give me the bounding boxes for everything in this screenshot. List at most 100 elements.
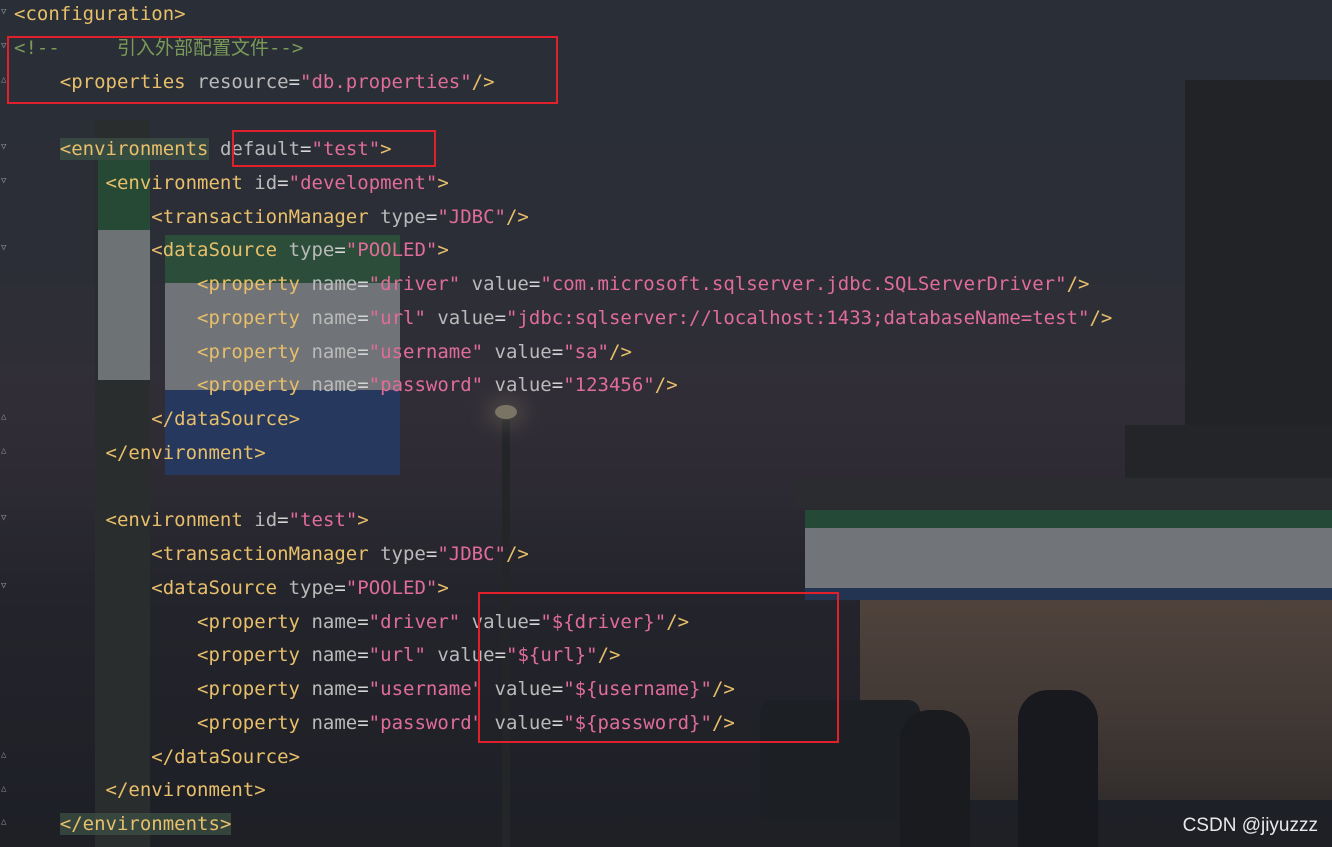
tag-name: property <box>208 678 300 700</box>
code-line: <environment id="development"> <box>14 166 449 200</box>
tag-name: dataSource <box>162 576 278 599</box>
quote: " <box>563 374 575 397</box>
equals-sign: = <box>528 273 541 295</box>
attribute-value: username <box>380 678 472 700</box>
equals-sign: = <box>334 239 346 262</box>
tag-name: environment <box>116 171 243 194</box>
matched-tag-highlight: </environments> <box>59 813 232 835</box>
quote: " <box>471 340 484 363</box>
attribute-name: value <box>471 273 529 295</box>
quote: " <box>1055 273 1067 295</box>
code-line: </dataSource> <box>14 740 300 774</box>
attribute-name: name <box>311 644 358 667</box>
quote: " <box>425 239 438 262</box>
tag-name: environment <box>116 509 243 532</box>
code-line: <property name="password" value="123456"… <box>14 368 678 402</box>
quote: " <box>437 205 449 228</box>
attribute-value: POOLED <box>357 239 426 262</box>
fold-marker-icon[interactable]: ▽ <box>1 244 9 253</box>
attribute-value: username <box>380 340 472 363</box>
tag-bracket: > <box>437 239 449 262</box>
tag-bracket: </ <box>59 813 83 835</box>
quote: " <box>437 543 449 565</box>
attribute-name: value <box>494 374 552 397</box>
code-line: </environments> <box>14 807 232 841</box>
equals-sign: = <box>357 340 369 363</box>
attribute-value: development <box>300 171 426 194</box>
tag-name: property <box>208 306 300 329</box>
attribute-value: password <box>380 711 472 734</box>
tag-bracket: < <box>197 610 209 633</box>
equals-sign: = <box>357 678 369 700</box>
tag-bracket: </ <box>151 745 175 768</box>
tag-bracket: < <box>14 3 26 25</box>
tag-name: property <box>208 644 300 667</box>
fold-marker-icon[interactable]: △ <box>1 413 9 422</box>
quote: " <box>414 306 426 329</box>
quote: " <box>494 543 506 565</box>
quote: " <box>368 306 381 329</box>
attribute-value: JDBC <box>448 205 495 228</box>
highlight-box-properties <box>7 36 558 104</box>
attribute-value: JDBC <box>448 543 495 565</box>
matched-tag-highlight: <environments <box>59 138 209 160</box>
fold-marker-icon[interactable]: △ <box>1 751 9 760</box>
tag-bracket: < <box>151 576 163 599</box>
fold-marker-icon[interactable]: ▽ <box>1 143 9 152</box>
fold-marker-icon[interactable]: ▽ <box>1 8 9 17</box>
equals-sign: = <box>357 644 369 667</box>
tag-name: property <box>208 340 300 363</box>
code-line: </dataSource> <box>14 402 300 436</box>
fold-marker-icon[interactable]: ▽ <box>1 582 9 591</box>
fold-marker-icon[interactable]: ▽ <box>1 514 9 523</box>
attribute-value: driver <box>380 273 449 295</box>
code-line: </environment> <box>14 436 266 470</box>
quote: " <box>368 610 381 633</box>
code-line: </environment> <box>14 773 266 807</box>
fold-marker-icon[interactable]: △ <box>1 785 9 794</box>
quote: " <box>506 306 518 329</box>
quote: " <box>368 644 381 667</box>
code-line: <property name="username" value="sa"/> <box>14 335 632 369</box>
attribute-value: 123456 <box>574 374 644 397</box>
tag-bracket: < <box>105 509 117 532</box>
equals-sign: = <box>277 509 289 532</box>
quote: " <box>368 340 381 363</box>
quote: " <box>368 273 381 295</box>
tag-bracket: > <box>357 509 369 532</box>
tag-name: configuration <box>25 3 175 25</box>
tag-name: dataSource <box>174 408 289 430</box>
editor-gutter: ▽ ▽ △ ▽ ▽ ▽ △ △ ▽ ▽ △ △ △ <box>0 0 10 847</box>
tag-name: environments <box>82 813 220 835</box>
tag-bracket: < <box>197 644 209 667</box>
fold-marker-icon[interactable]: △ <box>1 818 9 827</box>
quote: " <box>345 509 358 532</box>
tag-bracket: > <box>174 3 186 25</box>
attribute-name: value <box>494 340 552 363</box>
tag-name: transactionManager <box>162 543 369 565</box>
tag-bracket: </ <box>151 408 175 430</box>
code-line: <dataSource type="POOLED"> <box>14 571 449 605</box>
attribute-name: name <box>311 273 358 295</box>
quote: " <box>425 171 438 194</box>
attribute-value: url <box>380 306 415 329</box>
tag-bracket: > <box>437 576 449 599</box>
attribute-name: type <box>380 205 426 228</box>
attribute-name: id <box>254 171 278 194</box>
quote: " <box>288 171 301 194</box>
tag-name: dataSource <box>162 239 278 262</box>
tag-bracket: < <box>197 711 209 734</box>
fold-marker-icon[interactable]: ▽ <box>1 177 9 186</box>
attribute-value: sa <box>574 340 598 363</box>
tag-bracket: < <box>105 171 117 194</box>
equals-sign: = <box>357 273 369 295</box>
attribute-name: name <box>311 340 358 363</box>
tag-name: property <box>208 374 300 397</box>
watermark: CSDN @jiyuzzz <box>1182 815 1318 836</box>
equals-sign: = <box>551 374 564 397</box>
attribute-name: value <box>437 306 495 329</box>
attribute-value: test <box>300 509 346 532</box>
attribute-name: type <box>380 543 426 565</box>
quote: " <box>368 678 381 700</box>
fold-marker-icon[interactable]: △ <box>1 447 9 456</box>
